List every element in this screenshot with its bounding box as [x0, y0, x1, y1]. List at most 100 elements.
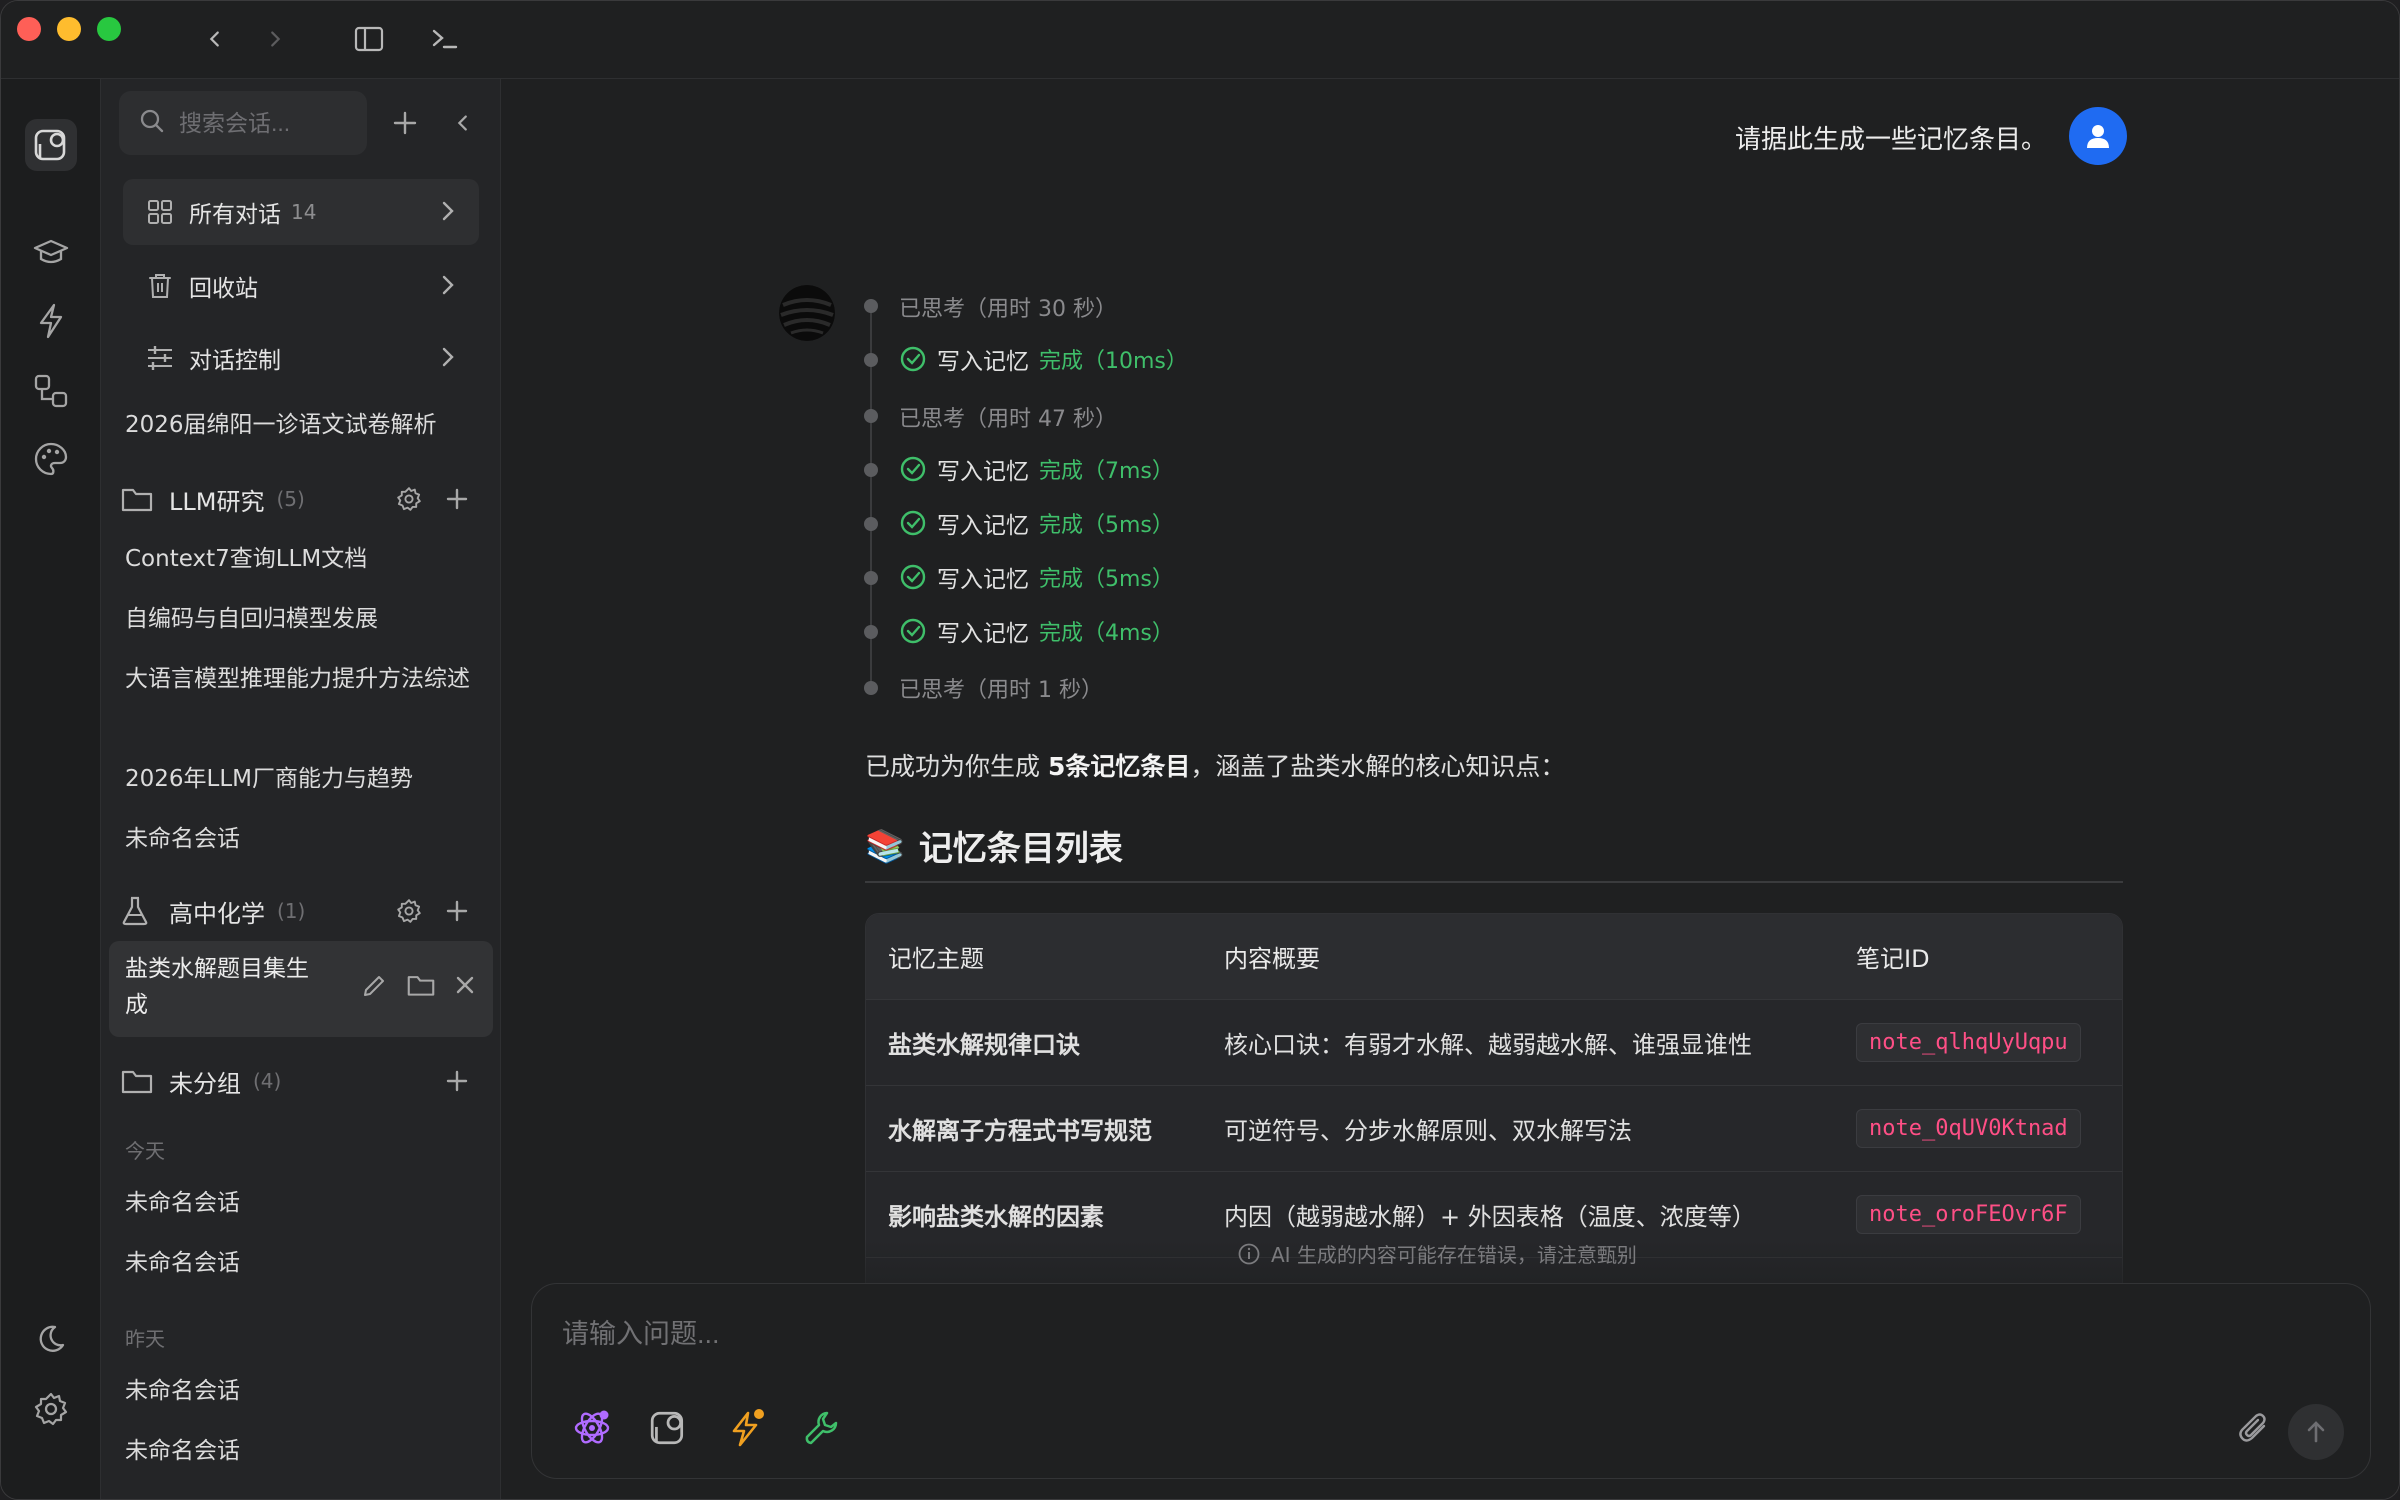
conversation-item[interactable]: 2026年LLM厂商能力与趋势 [123, 761, 479, 797]
tool-status: 完成（5ms） [1039, 567, 1174, 592]
group-count: (4) [253, 1069, 282, 1093]
user-avatar [2069, 107, 2127, 165]
chat-panel: 请据此生成一些记忆条目。 已思考（用时 30 秒） 写入记忆 完成（10ms） [501, 79, 2399, 1499]
group-add-icon[interactable] [439, 893, 475, 929]
chevron-right-icon [439, 273, 457, 303]
check-circle-icon [900, 510, 926, 536]
section-heading: 📚 记忆条目列表 [865, 821, 1123, 870]
group-add-icon[interactable] [439, 481, 475, 517]
section-label-yesterday: 昨天 [125, 1327, 165, 1351]
table-row: 水解离子方程式书写规范 可逆符号、分步水解原则、双水解写法 note_0qUV0… [866, 1086, 2122, 1172]
conversation-item[interactable]: 未命名会话 [123, 1185, 479, 1221]
table-cell: 内因（越弱越水解）+ 外因表格（温度、浓度等） [1224, 1203, 1756, 1231]
tool-step[interactable]: 写入记忆 完成（7ms） [899, 452, 1174, 486]
table-cell: 核心口诀：有弱才水解、越弱越水解、谁强显谁性 [1224, 1031, 1752, 1059]
app-logo-icon[interactable] [25, 119, 77, 171]
send-button[interactable] [2288, 1404, 2344, 1460]
palette-icon[interactable] [27, 435, 75, 483]
note-id-code[interactable]: note_oroFEOvr6F [1856, 1195, 2081, 1234]
close-window-button[interactable] [17, 17, 41, 41]
forward-icon[interactable] [255, 19, 295, 59]
dark-mode-icon[interactable] [27, 1315, 75, 1363]
check-circle-icon [900, 564, 926, 590]
wrench-tools-icon[interactable] [796, 1402, 848, 1454]
chevron-right-icon [439, 345, 457, 375]
note-id-code[interactable]: note_qlhqUyUqpu [1856, 1023, 2081, 1062]
tool-step[interactable]: 写入记忆 完成（10ms） [899, 342, 1188, 376]
timeline-dot [864, 625, 878, 639]
settings-gear-icon[interactable] [27, 1385, 75, 1433]
search-icon [139, 108, 165, 138]
check-circle-icon [900, 346, 926, 372]
graduation-cap-icon[interactable] [27, 229, 75, 277]
active-conversation-item[interactable]: 盐类水解题目集生成 [109, 941, 493, 1037]
table-header-row: 记忆主题 内容概要 笔记ID [866, 914, 2122, 1000]
timeline-dot [864, 681, 878, 695]
conversation-item[interactable]: 未命名会话 [123, 1373, 479, 1409]
timeline-dot [864, 463, 878, 477]
assistant-logo-icon [779, 285, 835, 341]
conversation-item[interactable]: 未命名会话 [123, 1245, 479, 1281]
note-id-code[interactable]: note_0qUV0Ktnad [1856, 1109, 2081, 1148]
timeline-dot [864, 571, 878, 585]
summary-text-post: ，涵盖了盐类水解的核心知识点： [1190, 752, 1566, 781]
search-box[interactable] [119, 91, 367, 155]
thinking-step[interactable]: 已思考（用时 47 秒） [899, 401, 1117, 433]
nav-conversation-control[interactable]: 对话控制 [123, 325, 479, 391]
attachment-paperclip-icon[interactable] [2228, 1402, 2280, 1454]
group-llm-research[interactable]: LLM研究 (5) [121, 477, 481, 521]
move-folder-icon[interactable] [407, 973, 435, 1001]
disclaimer-text: AI 生成的内容可能存在错误，请注意甄别 [1271, 1243, 1637, 1267]
thinking-text: 已思考（用时 47 秒） [899, 407, 1117, 432]
assistant-avatar [779, 285, 835, 341]
back-icon[interactable] [195, 19, 235, 59]
lightning-icon[interactable] [27, 297, 75, 345]
collapse-sidebar-button[interactable] [441, 101, 485, 145]
atom-model-icon[interactable] [566, 1402, 618, 1454]
minimize-window-button[interactable] [57, 17, 81, 41]
conversation-title: 盐类水解题目集生成 [125, 956, 309, 1018]
lightning-skill-icon[interactable] [720, 1402, 772, 1454]
zoom-window-button[interactable] [97, 17, 121, 41]
timeline-dot [864, 353, 878, 367]
conversation-item[interactable]: 未命名会话 [123, 821, 479, 857]
group-name: 高中化学 [169, 899, 265, 928]
terminal-icon[interactable] [425, 19, 465, 59]
toggle-sidebar-icon[interactable] [349, 19, 389, 59]
books-icon: 📚 [865, 826, 905, 865]
conversation-count: 14 [291, 200, 317, 224]
close-icon[interactable] [455, 975, 475, 999]
flask-icon [121, 896, 157, 926]
thinking-step[interactable]: 已思考（用时 1 秒） [899, 672, 1103, 704]
group-settings-icon[interactable] [391, 893, 427, 929]
tool-step[interactable]: 写入记忆 完成（5ms） [899, 560, 1174, 594]
tool-step[interactable]: 写入记忆 完成（5ms） [899, 506, 1174, 540]
knowledge-base-icon[interactable] [642, 1402, 694, 1454]
group-ungrouped[interactable]: 未分组 (4) [121, 1059, 481, 1103]
summary-text-bold: 5条记忆条目 [1047, 752, 1191, 781]
sliders-icon [145, 343, 175, 373]
search-input[interactable] [179, 109, 359, 137]
conversation-item[interactable]: 2026届绵阳一诊语文试卷解析 [123, 407, 479, 443]
message-composer [531, 1283, 2371, 1479]
tool-step[interactable]: 写入记忆 完成（4ms） [899, 614, 1174, 648]
nav-recycle-bin[interactable]: 回收站 [123, 253, 479, 319]
nav-label: 所有对话 [189, 202, 281, 228]
group-high-school-chemistry[interactable]: 高中化学 (1) [121, 889, 481, 933]
icon-rail [1, 79, 101, 1499]
connections-icon[interactable] [27, 367, 75, 415]
thinking-step[interactable]: 已思考（用时 30 秒） [899, 291, 1117, 323]
message-input[interactable] [562, 1314, 2262, 1354]
conversation-item[interactable]: 大语言模型推理能力提升方法综述 [123, 661, 479, 697]
conversation-item[interactable]: 自编码与自回归模型发展 [123, 601, 479, 637]
group-add-icon[interactable] [439, 1063, 475, 1099]
edit-pencil-icon[interactable] [361, 973, 387, 1003]
tool-status: 完成（5ms） [1039, 513, 1174, 538]
nav-all-conversations[interactable]: 所有对话 14 [123, 179, 479, 245]
conversation-item[interactable]: Context7查询LLM文档 [123, 541, 479, 577]
column-header: 内容概要 [1224, 945, 1320, 973]
group-settings-icon[interactable] [391, 481, 427, 517]
new-chat-button[interactable] [383, 101, 427, 145]
conversation-item[interactable]: 未命名会话 [123, 1433, 479, 1469]
grid-icon [145, 197, 175, 227]
